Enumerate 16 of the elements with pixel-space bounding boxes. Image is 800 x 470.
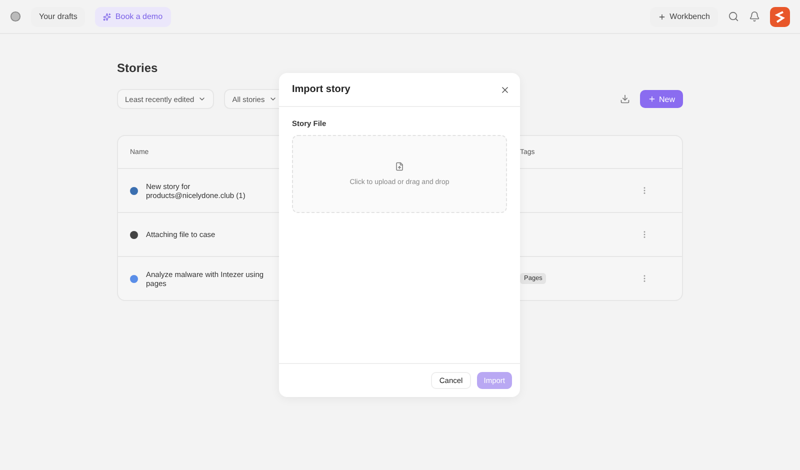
bell-icon[interactable] [749, 11, 760, 22]
sparkle-icon [103, 12, 112, 20]
dialog-title: Import story [292, 84, 350, 95]
book-demo-button[interactable]: Book a demo [95, 6, 171, 26]
workspace-icon[interactable] [10, 11, 21, 22]
plus-icon [648, 95, 656, 103]
file-upload-icon [395, 162, 404, 171]
page-title: Stories [117, 61, 159, 75]
plus-icon [658, 12, 666, 20]
close-button[interactable] [500, 84, 510, 94]
search-icon[interactable] [728, 11, 739, 22]
download-icon[interactable] [620, 94, 630, 104]
chevron-down-icon [268, 95, 277, 103]
app-logo[interactable] [770, 6, 790, 26]
chevron-down-icon [198, 95, 206, 103]
new-button[interactable]: New [640, 90, 683, 108]
